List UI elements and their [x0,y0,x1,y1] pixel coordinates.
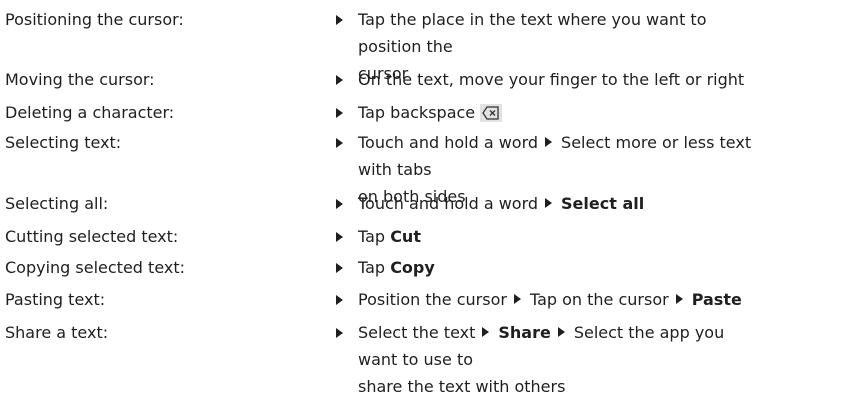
step-arrow-icon [545,198,553,208]
row-description: Select the text Share Select the app you w… [330,319,756,400]
table-row: Moving the cursor: On the text, move you… [0,66,847,99]
row-description: Tap backspace [330,99,756,126]
row-label: Selecting text: [5,133,122,152]
step-text: share the text with others [358,377,566,396]
step-text: Position the cursor [358,290,507,309]
bullet-arrow-icon [336,199,343,209]
description-line: Tap the place in the text where you want… [358,10,707,56]
ui-term: Share [498,323,551,342]
step-text: Touch and hold a word [358,194,539,213]
ui-term: Copy [390,258,435,277]
step-arrow-icon [545,137,553,147]
step-text: Tap on the cursor [529,290,669,309]
row-label: Pasting text: [5,290,106,309]
bullet-arrow-icon [336,263,343,273]
row-description: Tap Cut [330,223,756,250]
step-arrow-icon [557,327,565,337]
table-row: Share a text: Select the text Share Select… [0,319,847,396]
row-label: Moving the cursor: [5,70,155,89]
description-text: Tap backspace [358,103,476,122]
table-row: Pasting text: Position the cursor Tap on … [0,286,847,319]
backspace-icon [480,104,503,122]
table-row: Positioning the cursor: Tap the place in… [0,6,847,83]
row-label: Selecting all: [5,194,109,213]
ui-term: Paste [691,290,742,309]
bullet-arrow-icon [336,75,343,85]
bullet-arrow-icon [336,15,343,25]
description-text: Tap [358,227,386,246]
step-arrow-icon [482,327,490,337]
row-label: Share a text: [5,323,109,342]
instruction-table: Positioning the cursor: Tap the place in… [0,0,847,396]
step-text: Select the text [358,323,476,342]
row-description: On the text, move your finger to the lef… [330,66,756,93]
table-row: Selecting all: Touch and hold a word Sele… [0,190,847,223]
description-text: Tap [358,258,386,277]
description-text: On the text, move your finger to the lef… [358,70,745,89]
bullet-arrow-icon [336,108,343,118]
table-row: Copying selected text: Tap Copy [0,254,847,286]
bullet-arrow-icon [336,295,343,305]
bullet-arrow-icon [336,138,343,148]
table-row: Cutting selected text: Tap Cut [0,223,847,254]
bullet-arrow-icon [336,232,343,242]
row-description: Touch and hold a word Select all [330,190,756,217]
row-description: Tap Copy [330,254,756,281]
row-label: Deleting a character: [5,103,175,122]
ui-term: Select all [561,194,645,213]
row-label: Copying selected text: [5,258,186,277]
table-row: Deleting a character: Tap backspace [0,99,847,129]
ui-term: Cut [390,227,421,246]
step-arrow-icon [513,294,521,304]
table-row: Selecting text: Touch and hold a word Sel… [0,129,847,206]
step-arrow-icon [675,294,683,304]
row-label: Cutting selected text: [5,227,179,246]
bullet-arrow-icon [336,328,343,338]
step-text: Touch and hold a word [358,133,539,152]
row-description: Position the cursor Tap on the cursor Past… [330,286,756,313]
row-label: Positioning the cursor: [5,10,184,29]
